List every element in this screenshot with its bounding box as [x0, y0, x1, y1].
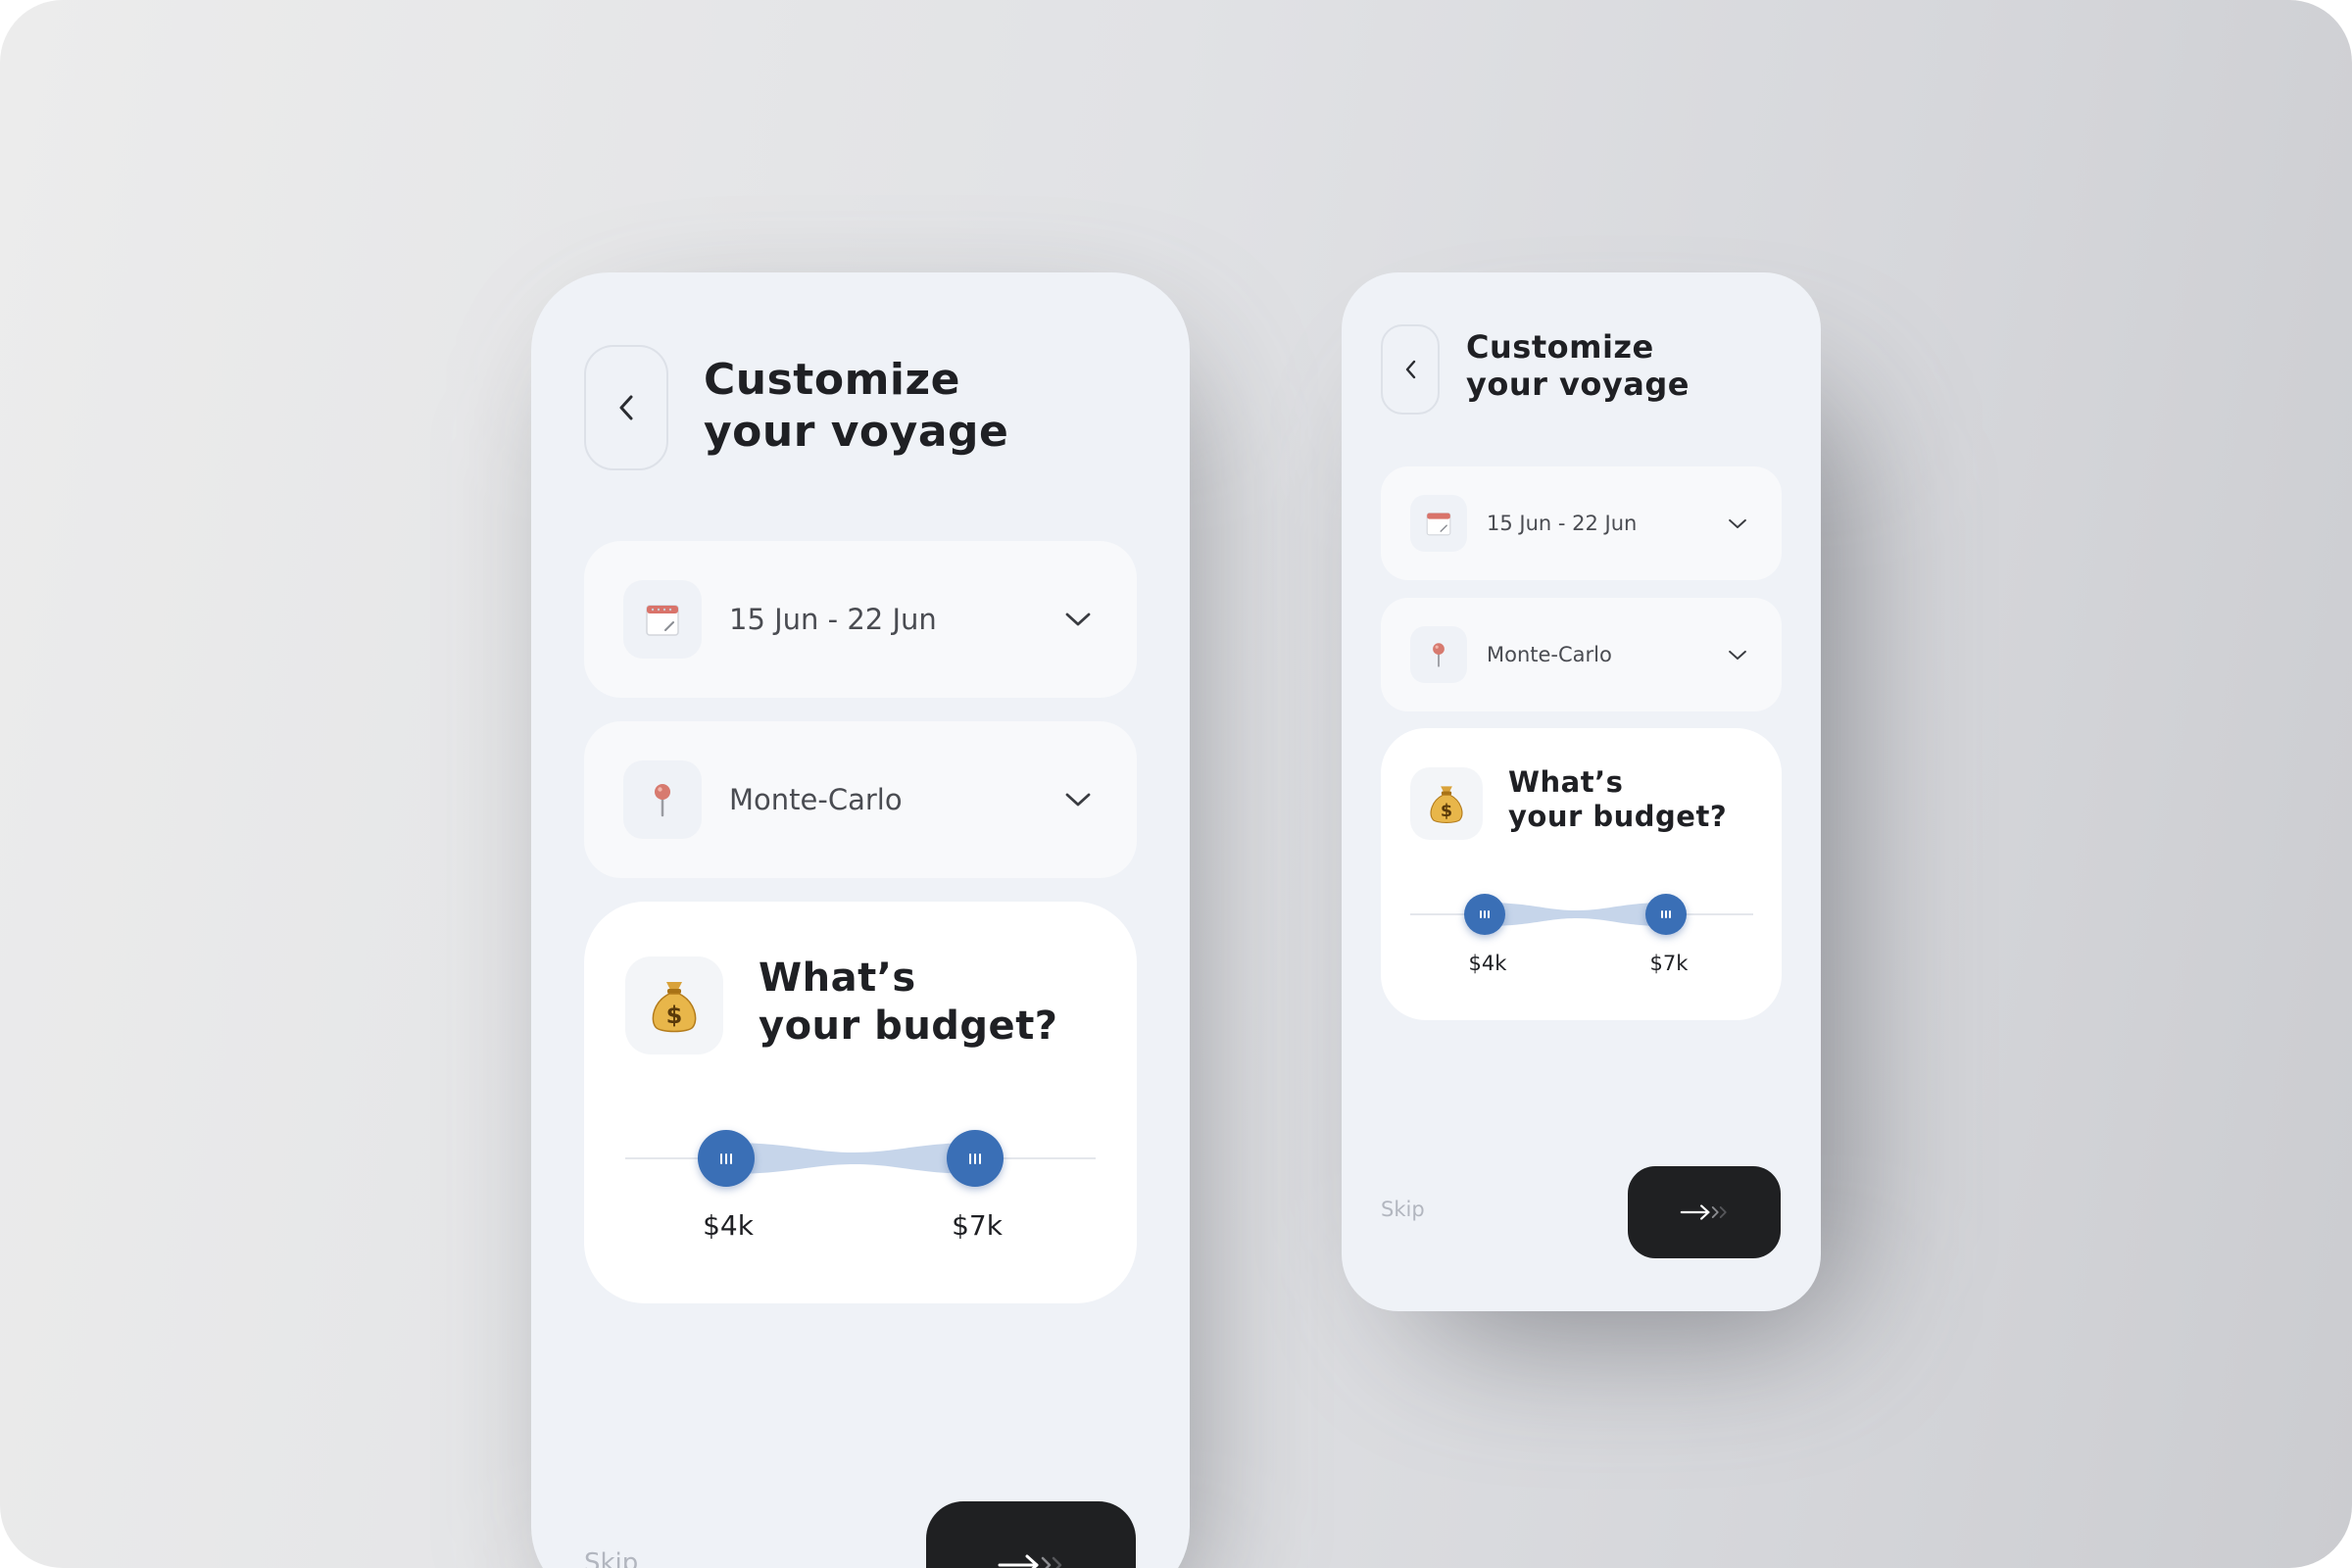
budget-max-label: $7k	[1649, 952, 1689, 975]
calendar-icon	[1410, 495, 1467, 552]
chevron-down-icon	[1723, 640, 1752, 669]
date-range-dropdown[interactable]: 15 Jun - 22 Jun	[1381, 466, 1782, 580]
budget-title: What’s your budget?	[759, 956, 1058, 1049]
skip-link[interactable]: Skip	[1381, 1198, 1425, 1221]
double-arrow-right-icon	[1680, 1204, 1727, 1220]
date-range-value: 15 Jun - 22 Jun	[1487, 512, 1638, 535]
back-button[interactable]	[1381, 324, 1440, 415]
budget-min-label: $4k	[1468, 952, 1507, 975]
money-bag-icon: $	[1410, 767, 1483, 840]
skip-link[interactable]: Skip	[584, 1548, 638, 1568]
back-button[interactable]	[584, 345, 668, 470]
next-button[interactable]	[1628, 1166, 1781, 1258]
showcase-stage: Customize your voyage 15 Jun - 22 Jun Mo…	[0, 0, 2352, 1568]
budget-card: $ What’s your budget? $4k $7k	[584, 902, 1137, 1303]
chevron-down-icon	[1058, 780, 1098, 819]
pin-icon	[1410, 626, 1467, 683]
budget-max-label: $7k	[952, 1209, 1003, 1242]
budget-range-slider[interactable]	[625, 1129, 1096, 1188]
double-arrow-right-icon	[998, 1554, 1062, 1568]
budget-min-label: $4k	[703, 1209, 754, 1242]
slider-max-thumb[interactable]	[1645, 894, 1687, 935]
budget-card: $ What’s your budget? $4k $7k	[1381, 728, 1782, 1020]
chevron-left-icon	[619, 395, 633, 420]
slider-range-band	[727, 1143, 978, 1174]
slider-range-band	[1485, 903, 1667, 926]
budget-title: What’s your budget?	[1508, 765, 1728, 834]
calendar-icon	[623, 580, 702, 659]
slider-min-thumb[interactable]	[698, 1130, 755, 1187]
page-title: Customize your voyage	[1466, 328, 1690, 404]
location-dropdown[interactable]: Monte-Carlo	[1381, 598, 1782, 711]
page-title: Customize your voyage	[704, 355, 1009, 457]
location-value: Monte-Carlo	[729, 783, 903, 816]
svg-text:$: $	[1441, 802, 1452, 821]
money-bag-icon: $	[625, 956, 723, 1054]
slider-min-thumb[interactable]	[1464, 894, 1505, 935]
pin-icon	[623, 760, 702, 839]
small-phone-screen: Customize your voyage 15 Jun - 22 Jun Mo…	[1342, 272, 1821, 1311]
date-range-value: 15 Jun - 22 Jun	[729, 603, 937, 636]
chevron-left-icon	[1405, 360, 1416, 379]
location-value: Monte-Carlo	[1487, 643, 1612, 666]
budget-range-slider[interactable]	[1410, 893, 1753, 936]
chevron-down-icon	[1058, 600, 1098, 639]
next-button[interactable]	[926, 1501, 1136, 1568]
date-range-dropdown[interactable]: 15 Jun - 22 Jun	[584, 541, 1137, 698]
chevron-down-icon	[1723, 509, 1752, 538]
slider-max-thumb[interactable]	[947, 1130, 1004, 1187]
large-phone-screen: Customize your voyage 15 Jun - 22 Jun Mo…	[531, 272, 1190, 1568]
svg-text:$: $	[666, 1002, 683, 1029]
location-dropdown[interactable]: Monte-Carlo	[584, 721, 1137, 878]
